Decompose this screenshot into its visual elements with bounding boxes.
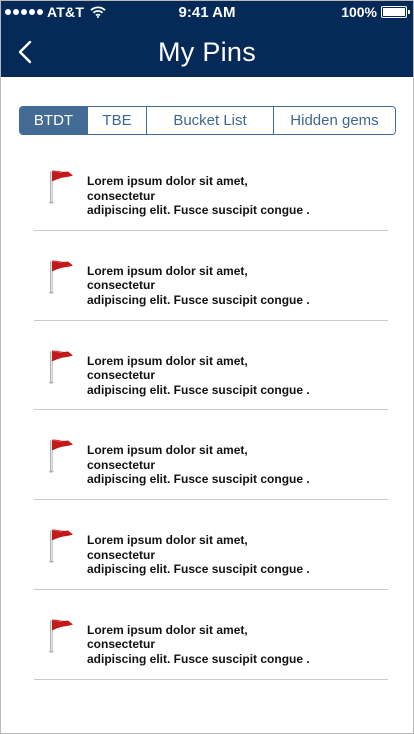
red-flag-icon [49,619,73,653]
pin-description: Lorem ipsum dolor sit amet, consectetur … [87,443,317,487]
pin-description-line-2: adipiscing elit. Fusce suscipit congue . [87,562,310,577]
pin-description-line-2: adipiscing elit. Fusce suscipit congue . [87,651,310,666]
pin-list-item[interactable]: Lorem ipsum dolor sit amet, consectetur … [1,321,413,411]
tab-tbe[interactable]: TBE [88,107,147,134]
pin-description-line-2: adipiscing elit. Fusce suscipit congue . [87,292,310,307]
pin-description: Lorem ipsum dolor sit amet, consectetur … [87,623,317,667]
pin-list-item[interactable]: Lorem ipsum dolor sit amet, consectetur … [1,410,413,501]
pin-description: Lorem ipsum dolor sit amet, consectetur … [87,264,317,308]
pin-list: Lorem ipsum dolor sit amet, consectetur … [1,141,413,680]
pin-list-item[interactable]: Lorem ipsum dolor sit amet, consectetur … [1,231,413,321]
status-bar: AT&T 9:41 AM 100% [1,1,413,25]
pin-description-line-2: adipiscing elit. Fusce suscipit congue . [87,203,310,217]
phone-screen: AT&T 9:41 AM 100% My Pins BTDT TBE Bucke… [0,0,414,734]
red-flag-icon [49,260,73,294]
red-flag-icon [49,529,73,563]
pin-description-line-1: Lorem ipsum dolor sit amet, consectetur [87,174,248,203]
pin-description-line-1: Lorem ipsum dolor sit amet, consectetur [87,622,248,652]
pin-description-line-2: adipiscing elit. Fusce suscipit congue . [87,382,310,397]
battery-icon [381,6,410,18]
pin-description: Lorem ipsum dolor sit amet, consectetur … [87,354,317,398]
pin-description: Lorem ipsum dolor sit amet, consectetur … [87,533,317,577]
pin-description-line-1: Lorem ipsum dolor sit amet, consectetur [87,443,248,472]
row-divider [34,678,388,680]
tab-hidden-gems[interactable]: Hidden gems [274,107,395,134]
red-flag-icon [49,350,73,384]
status-right: 100% [341,4,410,20]
pin-list-item[interactable]: Lorem ipsum dolor sit amet, consectetur … [1,141,413,231]
pin-description-line-1: Lorem ipsum dolor sit amet, consectetur [87,263,248,293]
pin-list-item[interactable]: Lorem ipsum dolor sit amet, consectetur … [1,500,413,590]
battery-percent: 100% [341,4,377,20]
tab-bucket-list[interactable]: Bucket List [147,107,274,134]
pin-description-line-1: Lorem ipsum dolor sit amet, consectetur [87,533,248,562]
pin-description-line-1: Lorem ipsum dolor sit amet, consectetur [87,353,248,383]
pin-list-item[interactable]: Lorem ipsum dolor sit amet, consectetur … [1,590,413,680]
pin-description-line-2: adipiscing elit. Fusce suscipit congue . [87,472,310,487]
red-flag-icon [49,170,73,204]
page-title: My Pins [157,37,257,67]
red-flag-icon [49,439,73,473]
segmented-control: BTDT TBE Bucket List Hidden gems [19,106,396,135]
pin-description: Lorem ipsum dolor sit amet, consectetur … [87,174,317,218]
app-header: AT&T 9:41 AM 100% My Pins [1,1,413,77]
tab-btdt[interactable]: BTDT [20,107,88,134]
